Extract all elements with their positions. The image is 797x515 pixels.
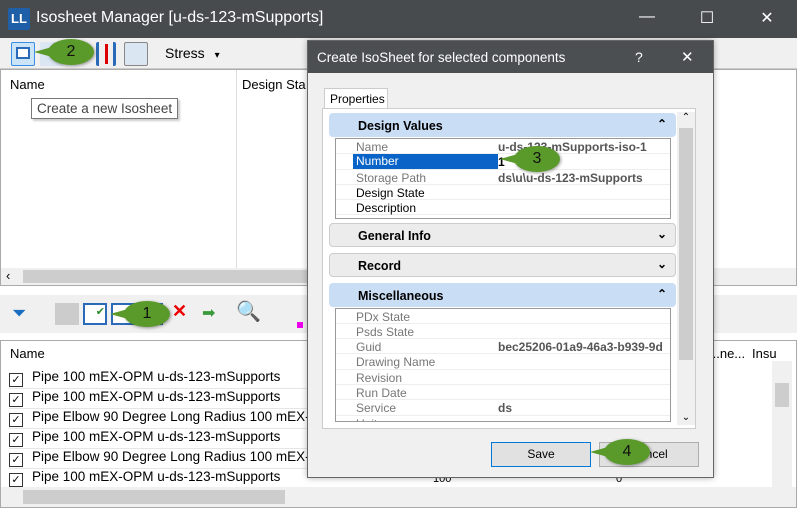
section-title: Design Values — [358, 119, 443, 133]
chevron-down-icon[interactable]: ⌄ — [657, 257, 667, 271]
property-label: Unit — [356, 417, 377, 421]
callout-1: 1 — [110, 301, 170, 327]
column-header-design-state[interactable]: Design Sta — [242, 77, 306, 92]
filter-icon[interactable]: ⏷ — [12, 303, 26, 324]
property-label: Revision — [356, 370, 403, 385]
property-grid: PDx State Psds State Guid bec25206-01a9-46a… — [335, 307, 671, 422]
title-bar: LL Isosheet Manager [u-ds-123-mSupports]… — [0, 0, 797, 38]
properties-scrollbar[interactable]: ⌃ ⌄ — [677, 112, 695, 425]
create-isosheet-dialog: Create IsoSheet for selected components … — [307, 40, 714, 478]
app-icon: LL — [8, 8, 30, 30]
section-header[interactable]: Record ⌄ — [329, 252, 676, 277]
column-header-partial[interactable]: ...ne... — [709, 346, 745, 361]
property-value[interactable]: u — [498, 417, 670, 421]
select-pipe-icon[interactable] — [55, 303, 79, 325]
minimize-button[interactable]: — — [632, 8, 662, 26]
zoom-icon[interactable]: 🔍 — [236, 299, 261, 324]
list-item-label: Pipe 100 mEX-OPM u-ds-123-mSupports — [32, 369, 281, 384]
list-item-label: Pipe 100 mEX-OPM u-ds-123-mSupports — [32, 429, 281, 444]
property-label: Run Date — [356, 385, 407, 400]
remove-pipe-icon[interactable]: ✕ — [172, 301, 187, 322]
property-row[interactable]: Service ds — [336, 400, 670, 416]
section-title: General Info — [358, 228, 431, 243]
property-row[interactable]: Run Date — [336, 385, 670, 401]
property-label: Drawing Name — [356, 355, 436, 370]
save-button[interactable]: Save — [491, 442, 591, 467]
property-row[interactable]: Psds State — [336, 324, 670, 340]
tab-properties[interactable]: Properties — [324, 88, 388, 109]
column-header-name[interactable]: Name — [10, 77, 45, 92]
checkbox[interactable]: ✓ — [9, 413, 23, 427]
property-row[interactable]: Description — [336, 200, 670, 216]
section-header[interactable]: Miscellaneous ⌃ — [329, 282, 676, 307]
property-label: PDx State — [356, 309, 411, 324]
window-title: Isosheet Manager [u-ds-123-mSupports] — [36, 9, 324, 26]
chevron-up-icon[interactable]: ⌃ — [657, 287, 667, 301]
list-item-label: Pipe 100 mEX-OPM u-ds-123-mSupports — [32, 389, 281, 404]
property-label: Number — [353, 154, 498, 170]
move-pipe-icon[interactable]: ➡ — [202, 303, 215, 323]
maximize-button[interactable]: ☐ — [692, 8, 722, 28]
column-header-name[interactable]: Name — [10, 346, 45, 361]
close-button[interactable]: ✕ — [752, 8, 782, 28]
highlight-icon[interactable] — [124, 42, 148, 66]
property-row[interactable]: Unit u — [336, 416, 670, 421]
property-row[interactable]: Name u-ds-123-mSupports-iso-1 — [336, 139, 670, 155]
property-row[interactable]: PDx State — [336, 309, 670, 324]
property-label: Guid — [356, 340, 382, 355]
checkbox[interactable]: ✓ — [9, 393, 23, 407]
property-label: Psds State — [356, 324, 415, 339]
chevron-down-icon: ▾ — [214, 50, 220, 61]
chevron-up-icon[interactable]: ⌃ — [657, 117, 667, 131]
help-button[interactable]: ? — [635, 49, 643, 65]
dialog-title-bar: Create IsoSheet for selected components … — [308, 41, 713, 73]
callout-3: 3 — [500, 146, 560, 172]
section-title: Record — [358, 258, 402, 273]
property-row[interactable]: Revision — [336, 370, 670, 385]
property-row[interactable]: Drawing Name — [336, 354, 670, 370]
stress-dropdown[interactable]: Stress ▾ — [165, 45, 220, 61]
section-header[interactable]: Design Values ⌃ — [329, 113, 676, 137]
chevron-down-icon[interactable]: ⌄ — [657, 227, 667, 241]
section-title: Miscellaneous — [358, 288, 444, 303]
property-row[interactable]: Storage Path ds\u\u-ds-123-mSupports — [336, 170, 670, 185]
property-label: Name — [356, 140, 389, 154]
horizontal-scrollbar[interactable] — [1, 487, 796, 507]
section-header[interactable]: General Info ⌄ — [329, 222, 676, 247]
dialog-close-button[interactable]: ✕ — [681, 48, 694, 66]
checkbox[interactable]: ✓ — [9, 433, 23, 447]
checkbox[interactable]: ✓ — [9, 473, 23, 487]
property-value[interactable]: ds\u\u-ds-123-mSupports — [498, 171, 670, 185]
vertical-scrollbar[interactable] — [772, 361, 792, 487]
property-value[interactable]: bec25206-01a9-46a3-b939-9d — [498, 340, 670, 354]
property-row[interactable]: Design State — [336, 185, 670, 201]
callout-4: 4 — [590, 439, 650, 465]
tooltip: Create a new Isosheet — [31, 98, 179, 119]
stress-label: Stress — [165, 45, 205, 61]
property-label: Design State — [356, 185, 425, 200]
new-isosheet-button[interactable] — [11, 42, 35, 66]
split-icon[interactable] — [96, 42, 116, 66]
property-label: Storage Path — [356, 170, 427, 185]
column-header-insulation[interactable]: Insu — [752, 346, 777, 361]
property-label: Description — [356, 201, 417, 216]
property-label: Service — [356, 401, 397, 416]
checkbox[interactable]: ✓ — [9, 373, 23, 387]
callout-2: 2 — [34, 39, 94, 65]
property-row[interactable]: Guid bec25206-01a9-46a3-b939-9d — [336, 339, 670, 355]
checkbox[interactable]: ✓ — [9, 453, 23, 467]
property-grid: Nameu-ds-123-mSupports-iso-1Number1Stora… — [335, 138, 671, 219]
list-item-label: Pipe 100 mEX-OPM u-ds-123-mSupports — [32, 469, 281, 484]
check-list-icon[interactable]: ✔ — [83, 303, 107, 325]
dialog-title: Create IsoSheet for selected components — [317, 50, 566, 65]
property-value[interactable]: ds — [498, 401, 670, 415]
